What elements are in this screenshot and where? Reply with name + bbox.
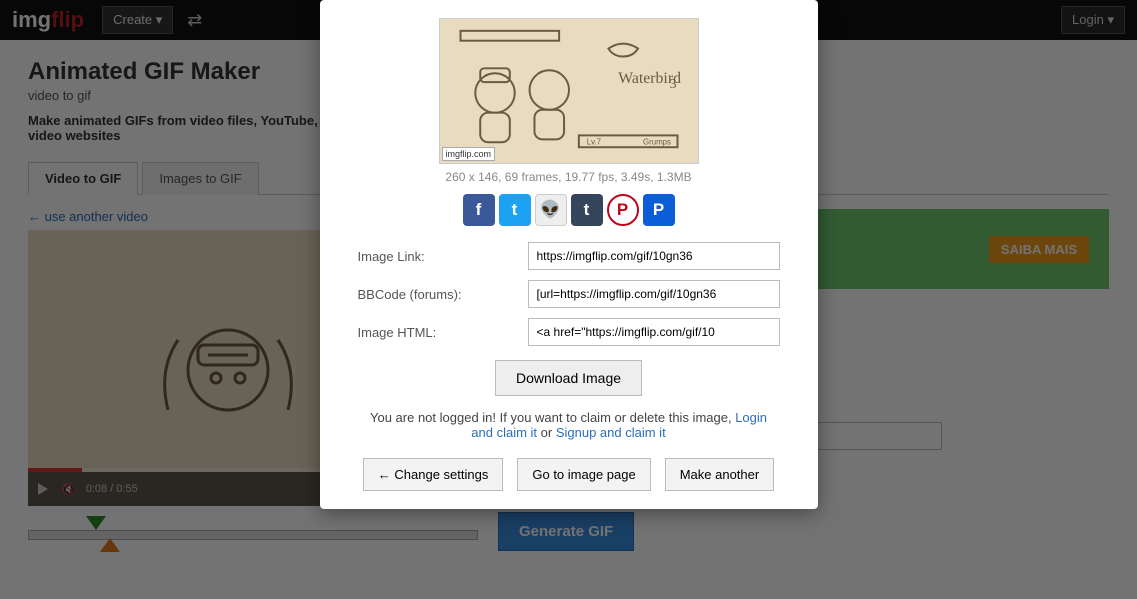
reddit-share-icon[interactable]: 👽 <box>535 194 567 226</box>
twitter-share-icon[interactable]: t <box>499 194 531 226</box>
bbcode-label: BBCode (forums): <box>358 287 528 302</box>
go-to-image-page-button[interactable]: Go to image page <box>517 458 650 491</box>
image-link-label: Image Link: <box>358 249 528 264</box>
gif-metadata: 260 x 146, 69 frames, 19.77 fps, 3.49s, … <box>358 170 780 184</box>
facebook-share-icon[interactable]: f <box>463 194 495 226</box>
signup-claim-link[interactable]: Signup and claim it <box>556 425 666 440</box>
gif-preview: Waterbird 3 Grumps Lv.7 imgflip.com <box>439 18 699 164</box>
tumblr-share-icon[interactable]: t <box>571 194 603 226</box>
bbcode-input[interactable] <box>528 280 780 308</box>
pinboard-share-icon[interactable]: P <box>643 194 675 226</box>
image-html-input[interactable] <box>528 318 780 346</box>
watermark: imgflip.com <box>442 147 496 161</box>
svg-text:Grumps: Grumps <box>642 137 670 146</box>
login-message: You are not logged in! If you want to cl… <box>358 410 780 440</box>
svg-text:Lv.7: Lv.7 <box>586 137 600 146</box>
image-link-input[interactable] <box>528 242 780 270</box>
make-another-button[interactable]: Make another <box>665 458 775 491</box>
change-settings-button[interactable]: ← Change settings <box>363 458 504 491</box>
modal-overlay: Waterbird 3 Grumps Lv.7 imgflip.com 260 … <box>0 0 1137 599</box>
result-modal: Waterbird 3 Grumps Lv.7 imgflip.com 260 … <box>320 0 818 509</box>
svg-text:3: 3 <box>669 76 676 91</box>
pinterest-share-icon[interactable]: P <box>607 194 639 226</box>
image-html-label: Image HTML: <box>358 325 528 340</box>
download-image-button[interactable]: Download Image <box>495 360 642 396</box>
